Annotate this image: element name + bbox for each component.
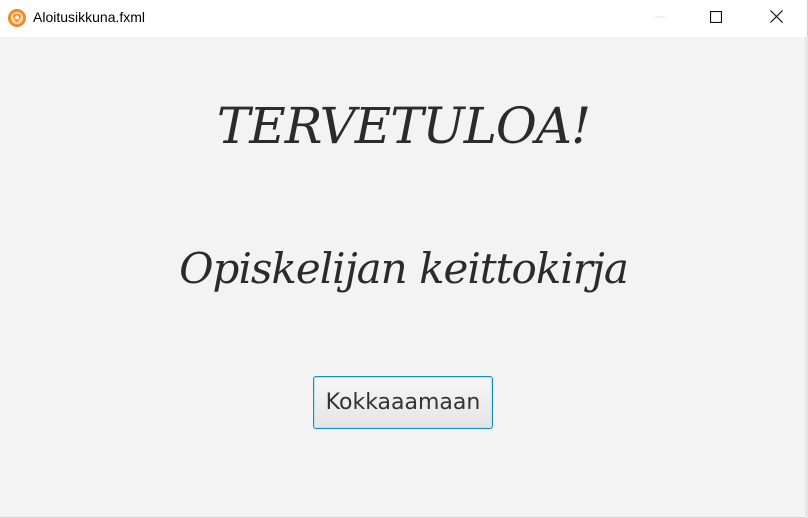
java-fx-icon [7, 8, 27, 28]
title-bar[interactable]: Aloitusikkuna.fxml [0, 0, 807, 37]
window-title: Aloitusikkuna.fxml [33, 9, 146, 25]
close-button[interactable] [753, 0, 799, 37]
minimize-icon [654, 10, 666, 28]
app-window: Aloitusikkuna.fxml TERVETULOA! Opiskelij… [0, 0, 808, 518]
welcome-heading: TERVETULOA! [216, 97, 591, 155]
app-subtitle: Opiskelijan keittokirja [179, 244, 629, 293]
minimize-button[interactable] [637, 0, 683, 37]
maximize-button[interactable] [693, 0, 739, 37]
close-icon [769, 9, 783, 28]
start-cooking-button[interactable]: Kokkaaamaan [313, 376, 493, 429]
maximize-icon [709, 10, 723, 28]
content-area: TERVETULOA! Opiskelijan keittokirja Kokk… [0, 37, 807, 517]
